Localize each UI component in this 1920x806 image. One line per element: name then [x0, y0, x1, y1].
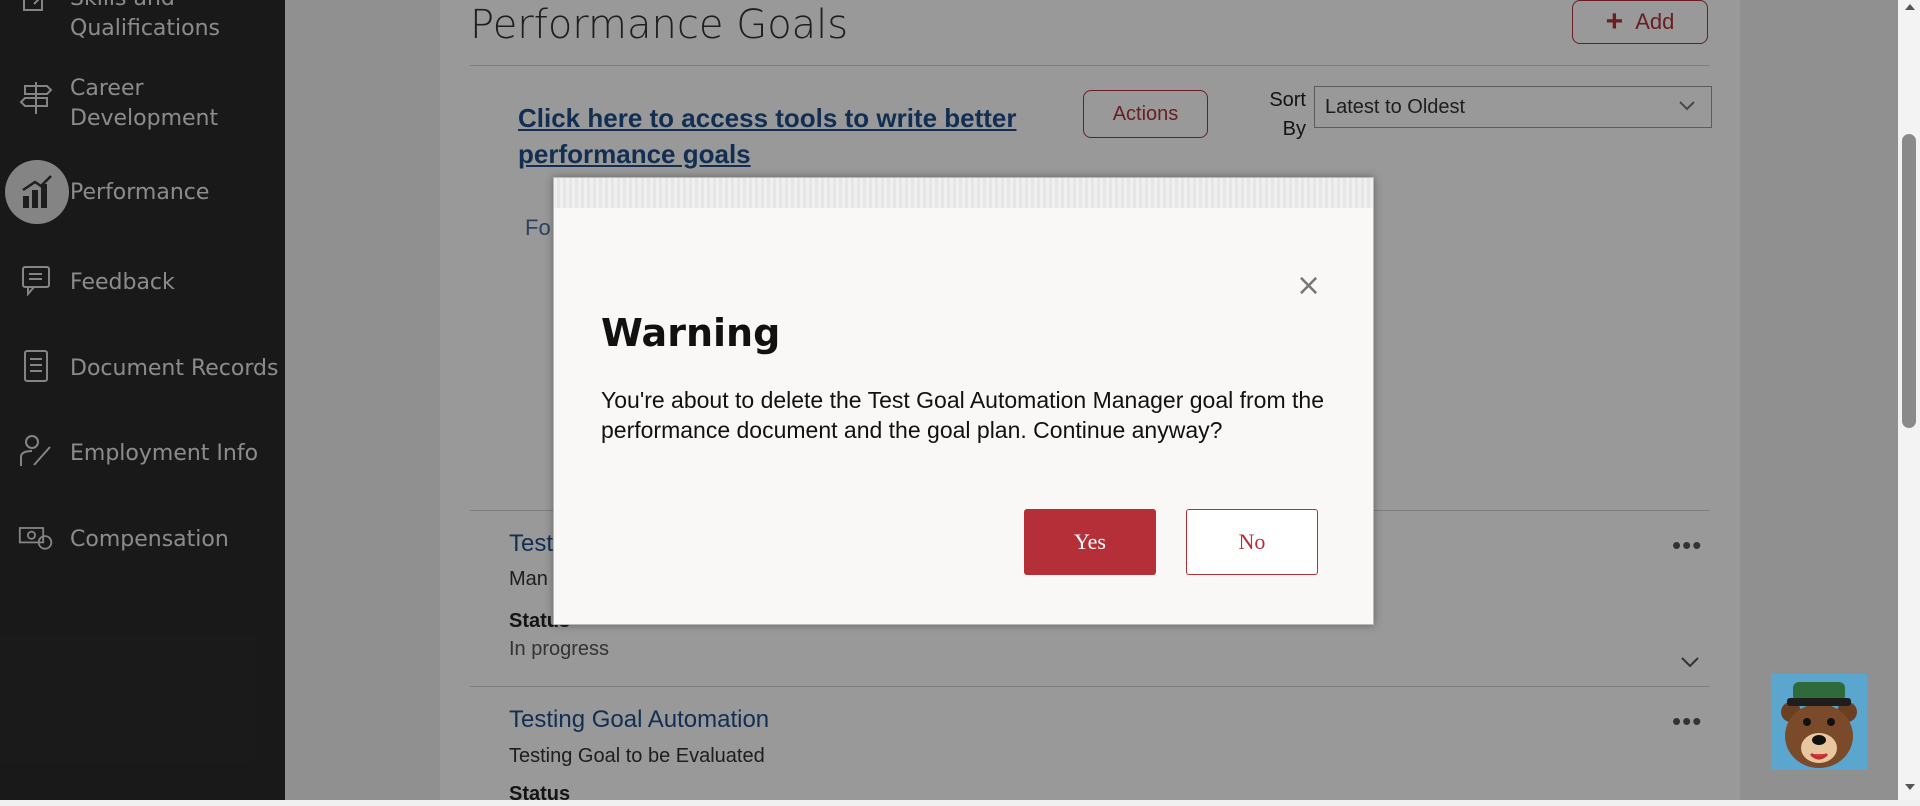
no-button[interactable]: No	[1186, 509, 1318, 575]
chat-assistant-avatar[interactable]	[1771, 674, 1867, 770]
dialog-message: You're about to delete the Test Goal Aut…	[601, 387, 1324, 443]
close-icon[interactable]: ×	[1296, 268, 1321, 303]
bear-mascot-icon	[1771, 674, 1867, 770]
yes-button[interactable]: Yes	[1024, 509, 1156, 575]
scroll-down-arrow-icon[interactable]	[1903, 780, 1917, 799]
dialog-title: Warning	[601, 311, 781, 355]
warning-dialog: × Warning You're about to delete the Tes…	[553, 177, 1374, 625]
scroll-up-arrow-icon[interactable]	[1903, 0, 1917, 19]
scrollbar-thumb[interactable]	[1902, 134, 1916, 428]
dialog-header-strip	[554, 178, 1373, 208]
